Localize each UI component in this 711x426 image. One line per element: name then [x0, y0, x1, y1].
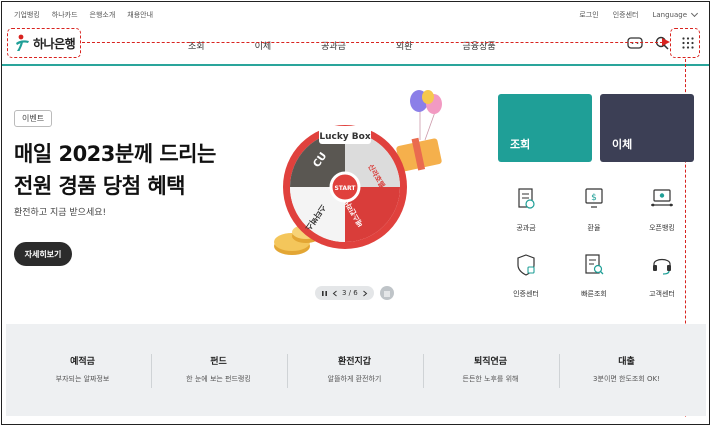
product-fund-title: 펀드 [210, 357, 227, 367]
transfer-tile[interactable]: 이체 [600, 94, 694, 162]
product-pension-sub: 든든한 노후를 위해 [462, 375, 519, 383]
nav-item-transfer[interactable]: 이체 [255, 39, 272, 52]
quick-utility-bills-label: 공과금 [516, 224, 536, 232]
quick-cert-center-label: 인증센터 [513, 290, 539, 298]
corporate-banking-link[interactable]: 기업뱅킹 [14, 10, 40, 20]
main-nav: 조회 이체 공과금 외환 금융상품 [188, 39, 546, 52]
product-fund-sub: 한 눈에 보는 펀드랭킹 [186, 375, 251, 383]
svg-text:START: START [334, 185, 356, 192]
nav-item-products[interactable]: 금융상품 [463, 39, 496, 52]
nav-item-utility-bills[interactable]: 공과금 [321, 39, 346, 52]
hero-subtitle: 환전하고 지금 받으세요! [14, 208, 107, 218]
cert-center-link[interactable]: 인증센터 [613, 10, 639, 20]
quick-customer-center-label: 고객센터 [649, 290, 675, 298]
quick-utility-bills[interactable]: 공과금 [496, 187, 556, 234]
hana-card-link[interactable]: 하나카드 [52, 10, 78, 20]
nav-item-forex[interactable]: 외환 [396, 39, 413, 52]
event-badge: 이벤트 [14, 110, 53, 127]
annotation-arrow-line [82, 42, 668, 43]
carousel-pager: 3 / 6 [315, 286, 394, 300]
pager-control[interactable]: 3 / 6 [315, 286, 374, 300]
quick-cert-center[interactable]: 인증센터 [496, 253, 556, 300]
quick-exchange-rate[interactable]: $ 환율 [564, 187, 624, 234]
product-deposit[interactable]: 예적금 부자되는 알짜정보 [14, 354, 151, 384]
prev-icon[interactable] [332, 290, 338, 297]
quick-fast-inquiry-label: 빠른조회 [581, 290, 607, 298]
product-fx-wallet-sub: 알뜰하게 환전하기 [327, 375, 382, 383]
language-select[interactable]: Language [652, 9, 699, 19]
product-fx-wallet-title: 환전지갑 [337, 357, 372, 367]
product-loan-sub: 3분이면 한도조회 OK! [593, 375, 660, 383]
bill-icon [518, 188, 535, 209]
hero-title-line-2: 전원 경품 당첨 혜택 [14, 174, 185, 198]
product-deposit-title: 예적금 [70, 357, 95, 367]
detail-button[interactable]: 자세히보기 [14, 242, 72, 266]
header-divider [2, 64, 709, 66]
bank-intro-link[interactable]: 은행소개 [90, 10, 116, 20]
grid-icon [383, 291, 390, 297]
inquiry-tile[interactable]: 조회 [498, 94, 592, 162]
chat-icon[interactable] [627, 36, 643, 50]
quick-customer-center[interactable]: 고객센터 [632, 253, 692, 300]
fast-inquiry-icon [585, 254, 604, 275]
login-link[interactable]: 로그인 [579, 10, 598, 20]
product-deposit-sub: 부자되는 알짜정보 [55, 375, 110, 383]
annotation-menu-box [670, 28, 700, 58]
browser-frame: 기업뱅킹 하나카드 은행소개 채용안내 로그인 인증센터 Language 하나… [1, 1, 710, 425]
quick-fast-inquiry[interactable]: 빠른조회 [564, 253, 624, 300]
hero-title-line-1: 매일 2023분께 드리는 [14, 142, 216, 166]
product-fx-wallet[interactable]: 환전지갑 알뜰하게 환전하기 [286, 354, 423, 384]
open-banking-icon [651, 189, 673, 207]
pause-icon[interactable] [321, 290, 328, 297]
product-loan-title: 대출 [618, 357, 635, 367]
language-label: Language [652, 11, 687, 19]
product-pension[interactable]: 퇴직연금 든든한 노후를 위해 [422, 354, 559, 384]
lucky-wheel-graphic: CU 신라호텔 배스킨라빈스 스타벅스 Lucky Box START [274, 90, 442, 255]
svg-text:$: $ [591, 193, 597, 203]
product-loan[interactable]: 대출 3분이면 한도조회 OK! [558, 354, 695, 384]
quick-open-banking[interactable]: 오픈뱅킹 [632, 187, 692, 234]
nav-item-inquiry[interactable]: 조회 [188, 39, 205, 52]
quick-open-banking-label: 오픈뱅킹 [649, 224, 675, 232]
utility-right: 로그인 인증센터 Language [579, 9, 699, 20]
chevron-down-icon [690, 9, 699, 18]
shield-icon [517, 254, 535, 276]
lucky-wheel-illustration: CU 신라호텔 배스킨라빈스 스타벅스 Lucky Box START [270, 88, 460, 264]
pager-count: 3 / 6 [342, 289, 358, 297]
svg-text:Lucky Box: Lucky Box [319, 132, 371, 142]
headset-icon [653, 258, 671, 275]
product-pension-title: 퇴직연금 [473, 357, 508, 367]
utility-links: 기업뱅킹 하나카드 은행소개 채용안내 [14, 10, 153, 20]
transfer-tile-label: 이체 [612, 138, 633, 151]
annotation-logo-box [7, 28, 81, 58]
exchange-rate-icon: $ [585, 188, 603, 208]
inquiry-tile-label: 조회 [510, 138, 531, 151]
product-fund[interactable]: 펀드 한 눈에 보는 펀드랭킹 [150, 354, 287, 384]
utility-bar: 기업뱅킹 하나카드 은행소개 채용안내 로그인 인증센터 Language [2, 2, 709, 28]
product-panel: 예적금 부자되는 알짜정보 펀드 한 눈에 보는 펀드랭킹 환전지갑 알뜰하게 … [6, 324, 706, 416]
hero-title: 매일 2023분께 드리는 전원 경품 당첨 혜택 [14, 138, 216, 202]
pager-grid-button[interactable] [379, 286, 394, 300]
next-icon[interactable] [362, 290, 368, 297]
main-header: 하나은행 조회 이체 공과금 외환 금융상품 [2, 28, 709, 64]
quick-exchange-rate-label: 환율 [587, 224, 601, 232]
careers-link[interactable]: 채용안내 [127, 10, 153, 20]
